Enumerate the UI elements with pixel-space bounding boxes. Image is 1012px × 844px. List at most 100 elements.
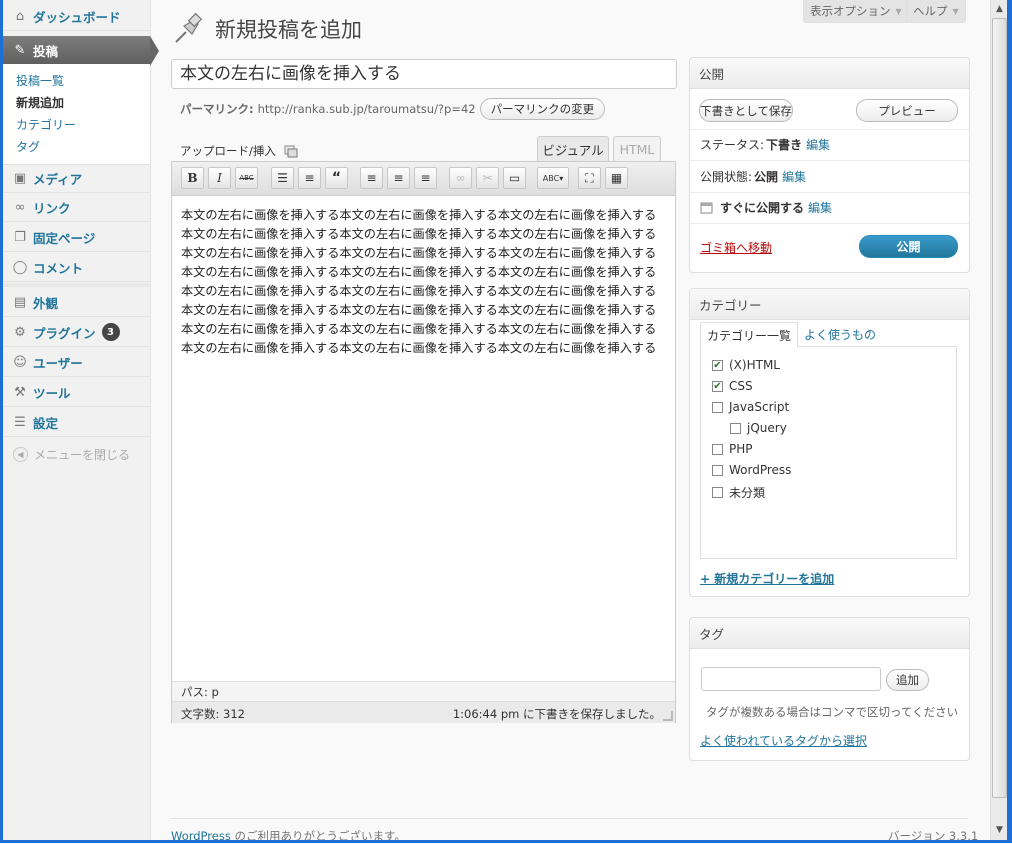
menu-pages[interactable]: ❐ 固定ページ	[3, 223, 150, 252]
editor-content[interactable]: 本文の左右に画像を挿入する本文の左右に画像を挿入する本文の左右に画像を挿入する本…	[181, 206, 667, 358]
menu-comments[interactable]: ◯ コメント	[3, 253, 150, 282]
tab-visual[interactable]: ビジュアル	[537, 136, 609, 162]
insert-link-button[interactable]: ∞	[449, 167, 472, 189]
edit-visibility-link[interactable]: 編集	[782, 168, 806, 185]
publish-button[interactable]: 公開	[859, 235, 958, 258]
checkbox[interactable]	[712, 464, 723, 476]
category-label: (X)HTML	[729, 358, 780, 372]
menu-label: コメント	[33, 260, 84, 276]
upload-label: アップロード/挿入	[180, 144, 276, 158]
tab-popular-categories[interactable]: よく使うもの	[798, 322, 882, 346]
category-item[interactable]: JavaScript	[712, 400, 789, 414]
submenu-all-posts[interactable]: 投稿一覧	[16, 72, 64, 89]
edit-status-link[interactable]: 編集	[806, 136, 830, 153]
edit-schedule-link[interactable]: 編集	[808, 199, 832, 216]
submenu-categories[interactable]: カテゴリー	[16, 116, 76, 133]
strikethrough-button[interactable]: ABC	[235, 167, 258, 189]
divider	[690, 160, 969, 161]
bold-button[interactable]: B	[181, 167, 204, 189]
publish-box-title[interactable]: 公開	[690, 58, 969, 89]
permalink-label: パーマリンク:	[180, 102, 254, 116]
menu-posts[interactable]: ✎ 投稿	[3, 36, 159, 66]
menu-users[interactable]: ☺ ユーザー	[3, 348, 150, 377]
category-item[interactable]: PHP	[712, 442, 753, 456]
scroll-up-icon[interactable]: ▲	[992, 1, 1007, 17]
submenu-tags[interactable]: タグ	[16, 138, 40, 155]
menu-dashboard[interactable]: ⌂ ダッシュボード	[3, 2, 150, 31]
checkbox[interactable]	[730, 422, 741, 434]
category-item[interactable]: WordPress	[712, 463, 791, 477]
menu-plugins[interactable]: ⚙ プラグイン 3	[3, 318, 150, 347]
checkbox[interactable]	[712, 401, 723, 413]
align-right-button[interactable]: ≡	[414, 167, 437, 189]
menu-media[interactable]: ▣ メディア	[3, 164, 150, 193]
category-item[interactable]: 未分類	[712, 484, 765, 501]
category-item[interactable]: ✔ CSS	[712, 379, 753, 393]
resize-handle[interactable]	[663, 711, 673, 721]
menu-settings[interactable]: ☰ 設定	[3, 408, 150, 437]
tag-input[interactable]	[701, 667, 881, 691]
move-to-trash-link[interactable]: ゴミ箱へ移動	[700, 239, 772, 256]
add-new-category-link[interactable]: + 新規カテゴリーを追加	[700, 570, 834, 587]
change-permalink-button[interactable]: パーマリンクの変更	[479, 98, 606, 120]
more-tag-button[interactable]: ▭	[503, 167, 526, 189]
link-icon: ∞	[14, 199, 26, 215]
checkbox-checked[interactable]: ✔	[712, 359, 723, 371]
align-center-button[interactable]: ≡	[387, 167, 410, 189]
editor-toolbar: B I ABC ☰ ≡ “ ≡ ≡ ≡ ∞ ✂ ▭ ABC▾ ⛶ ▦	[172, 162, 675, 196]
checkbox[interactable]	[712, 487, 723, 498]
save-draft-button[interactable]: 下書きとして保存	[699, 99, 793, 122]
settings-icon: ☰	[14, 414, 26, 430]
posts-submenu: 投稿一覧 新規追加 カテゴリー タグ	[3, 64, 150, 165]
menu-label: リンク	[33, 200, 71, 216]
bullet-list-button[interactable]: ☰	[271, 167, 294, 189]
screen-options-button[interactable]: 表示オプション ▼	[803, 0, 909, 23]
menu-links[interactable]: ∞ リンク	[3, 193, 150, 222]
media-upload-icon[interactable]	[284, 144, 298, 158]
scroll-down-icon[interactable]: ▼	[992, 822, 1007, 838]
vertical-scrollbar[interactable]: ▲ ▼	[990, 0, 1008, 843]
path-bar: パス: p	[172, 681, 675, 701]
unlink-button[interactable]: ✂	[476, 167, 499, 189]
screen-options-label: 表示オプション	[810, 4, 891, 18]
tags-box: タグ 追加 タグが複数ある場合はコンマで区切ってください よく使われているタグか…	[689, 617, 970, 761]
appearance-icon: ▤	[13, 294, 27, 310]
preview-button[interactable]: プレビュー	[856, 99, 958, 122]
add-tag-button[interactable]: 追加	[886, 669, 929, 691]
tags-box-title[interactable]: タグ	[690, 618, 969, 649]
blockquote-button[interactable]: “	[325, 167, 348, 189]
menu-label: プラグイン	[33, 325, 96, 341]
tag-hint: タグが複数ある場合はコンマで区切ってください	[706, 705, 959, 719]
tab-html[interactable]: HTML	[613, 136, 661, 162]
checkbox-checked[interactable]: ✔	[712, 380, 723, 392]
autosave-message: 1:06:44 pm に下書きを保存しました。	[452, 707, 661, 721]
spellcheck-button[interactable]: ABC▾	[537, 167, 569, 189]
kitchen-sink-button[interactable]: ▦	[605, 167, 628, 189]
menu-label: 外観	[33, 295, 59, 311]
category-item[interactable]: ✔ (X)HTML	[712, 358, 780, 372]
collapse-label: メニューを閉じる	[34, 448, 131, 462]
scrollbar-thumb[interactable]	[992, 18, 1007, 798]
numbered-list-button[interactable]: ≡	[298, 167, 321, 189]
fullscreen-button[interactable]: ⛶	[578, 167, 601, 189]
tab-all-categories[interactable]: カテゴリー一覧	[700, 322, 799, 348]
media-icon: ▣	[13, 170, 27, 186]
menu-label: 投稿	[33, 43, 59, 59]
post-title-input[interactable]: 本文の左右に画像を挿入する	[171, 59, 677, 89]
calendar-icon	[700, 202, 713, 214]
popular-tags-link[interactable]: よく使われているタグから選択	[700, 732, 867, 749]
upload-insert[interactable]: アップロード/挿入	[180, 143, 298, 159]
permalink-url[interactable]: http://ranka.sub.jp/taroumatsu/?p=42	[258, 102, 476, 116]
submenu-add-new[interactable]: 新規追加	[16, 94, 64, 111]
collapse-menu[interactable]: ◀ メニューを閉じる	[13, 446, 130, 463]
categories-box-title[interactable]: カテゴリー	[690, 289, 969, 320]
help-button[interactable]: ヘルプ ▼	[906, 0, 966, 23]
menu-appearance[interactable]: ▤ 外観	[3, 288, 150, 317]
align-left-button[interactable]: ≡	[360, 167, 383, 189]
categories-box: カテゴリー カテゴリー一覧 よく使うもの ✔ (X)HTML ✔ CSS JavaS…	[689, 288, 970, 597]
checkbox[interactable]	[712, 443, 723, 455]
category-item[interactable]: jQuery	[730, 421, 787, 435]
italic-button[interactable]: I	[208, 167, 231, 189]
menu-tools[interactable]: ⚒ ツール	[3, 378, 150, 407]
dashboard-icon: ⌂	[15, 8, 25, 24]
